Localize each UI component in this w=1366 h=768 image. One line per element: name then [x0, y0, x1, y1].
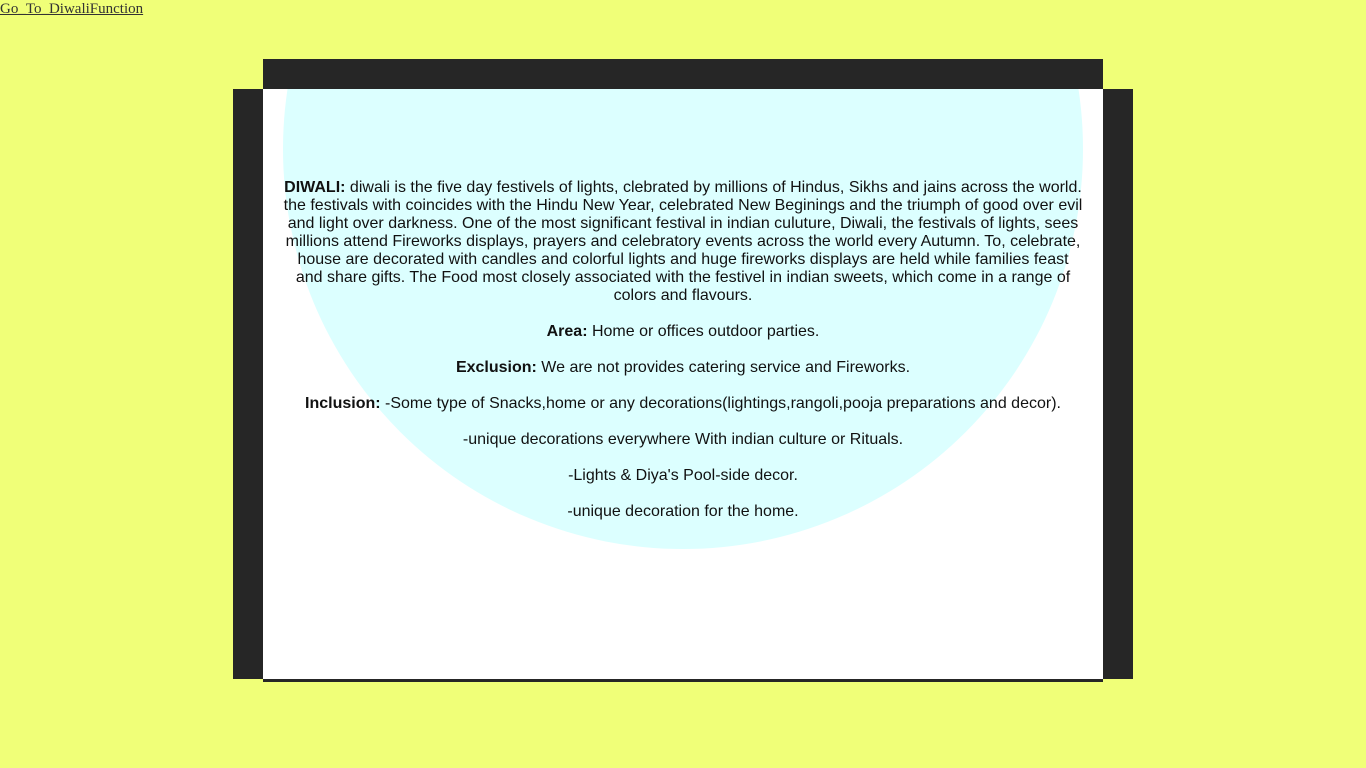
area-label: Area:	[546, 323, 588, 340]
inclusion-item: -unique decoration for the home.	[567, 503, 799, 520]
inclusion-paragraph: Inclusion: -Some type of Snacks,home or …	[283, 395, 1083, 413]
exclusion-label: Exclusion:	[455, 359, 537, 376]
exclusion-paragraph: Exclusion: We are not provides catering …	[283, 359, 1083, 377]
frame-top-bar	[263, 59, 1103, 89]
diwali-paragraph: DIWALI: diwali is the five day festivels…	[283, 179, 1083, 305]
content-text: DIWALI: diwali is the five day festivels…	[283, 179, 1083, 539]
frame-left-bar	[233, 89, 263, 679]
inclusion-item: -Lights & Diya's Pool-side decor.	[568, 467, 798, 484]
area-text: Home or offices outdoor parties.	[587, 323, 820, 340]
diwali-text: diwali is the five day festivels of ligh…	[283, 179, 1083, 304]
diwali-label: DIWALI:	[284, 179, 346, 196]
inclusion-item: -unique decorations everywhere With indi…	[462, 431, 904, 448]
frame-right-bar	[1103, 89, 1133, 679]
area-paragraph: Area: Home or offices outdoor parties.	[283, 323, 1083, 341]
frame-bottom-bar	[263, 679, 1103, 682]
inclusion-label: Inclusion:	[305, 395, 381, 412]
exclusion-text: We are not provides catering service and…	[536, 359, 911, 376]
content-panel: DIWALI: diwali is the five day festivels…	[263, 89, 1103, 679]
inclusion-text: -Some type of Snacks,home or any decorat…	[380, 395, 1061, 412]
go-to-diwali-function-link[interactable]: Go_To_DiwaliFunction	[0, 0, 143, 18]
